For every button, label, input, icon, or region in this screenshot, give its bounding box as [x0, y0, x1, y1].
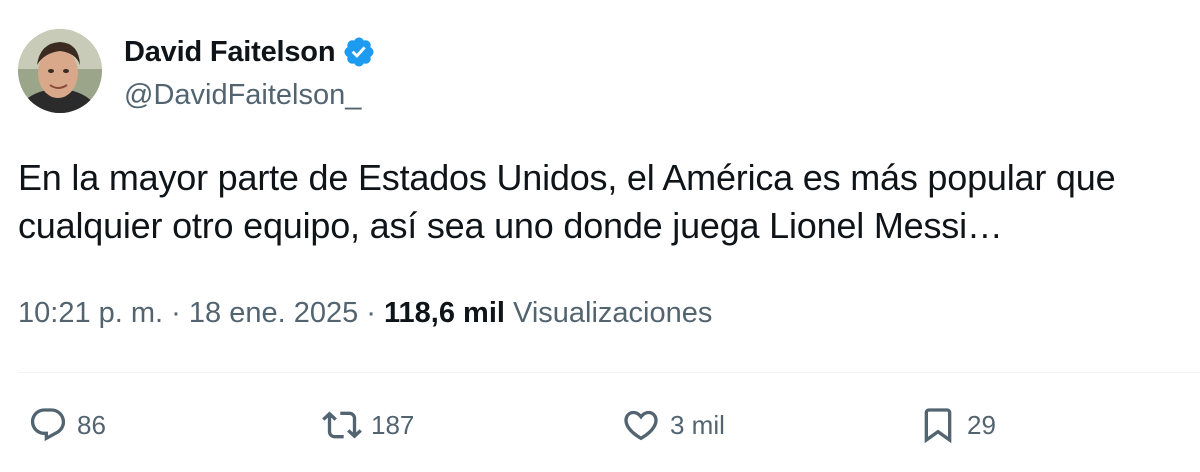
tweet-meta: 10:21 p. m. · 18 ene. 2025 · 118,6 mil V…: [18, 297, 712, 330]
verified-badge-icon: [342, 35, 376, 69]
tweet-timestamp[interactable]: 10:21 p. m. · 18 ene. 2025: [18, 297, 358, 329]
tweet-text: En la mayor parte de Estados Unidos, el …: [18, 157, 1116, 246]
avatar-photo: [18, 29, 102, 113]
author-name-row: David Faitelson: [124, 32, 376, 72]
reply-count: 86: [77, 409, 106, 440]
views-count: 118,6 mil: [384, 297, 505, 329]
author-handle[interactable]: @DavidFaitelson_: [124, 79, 361, 112]
tweet-date: 18 ene. 2025: [188, 297, 359, 329]
meta-separator: ·: [366, 297, 376, 329]
action-bar: 86 187 3 mil 29: [0, 395, 1200, 459]
retweet-icon: [322, 411, 362, 439]
bookmark-count: 29: [967, 409, 996, 440]
reply-icon: [30, 408, 66, 442]
tweet-time: 10:21 p. m.: [18, 297, 164, 329]
meta-separator: ·: [171, 297, 181, 329]
author-display-name[interactable]: David Faitelson: [124, 36, 336, 69]
retweet-button[interactable]: 187: [322, 405, 414, 445]
tweet: David Faitelson @DavidFaitelson_ En la m…: [0, 0, 1200, 472]
avatar[interactable]: [18, 29, 102, 113]
heart-icon: [624, 410, 658, 441]
like-button[interactable]: 3 mil: [621, 405, 725, 445]
reply-button[interactable]: 86: [28, 405, 106, 445]
bookmark-icon: [924, 408, 952, 444]
bookmark-button[interactable]: 29: [918, 405, 996, 445]
like-count: 3 mil: [670, 409, 725, 440]
views-label: Visualizaciones: [513, 297, 713, 329]
retweet-count: 187: [371, 409, 415, 440]
divider: [18, 372, 1200, 373]
